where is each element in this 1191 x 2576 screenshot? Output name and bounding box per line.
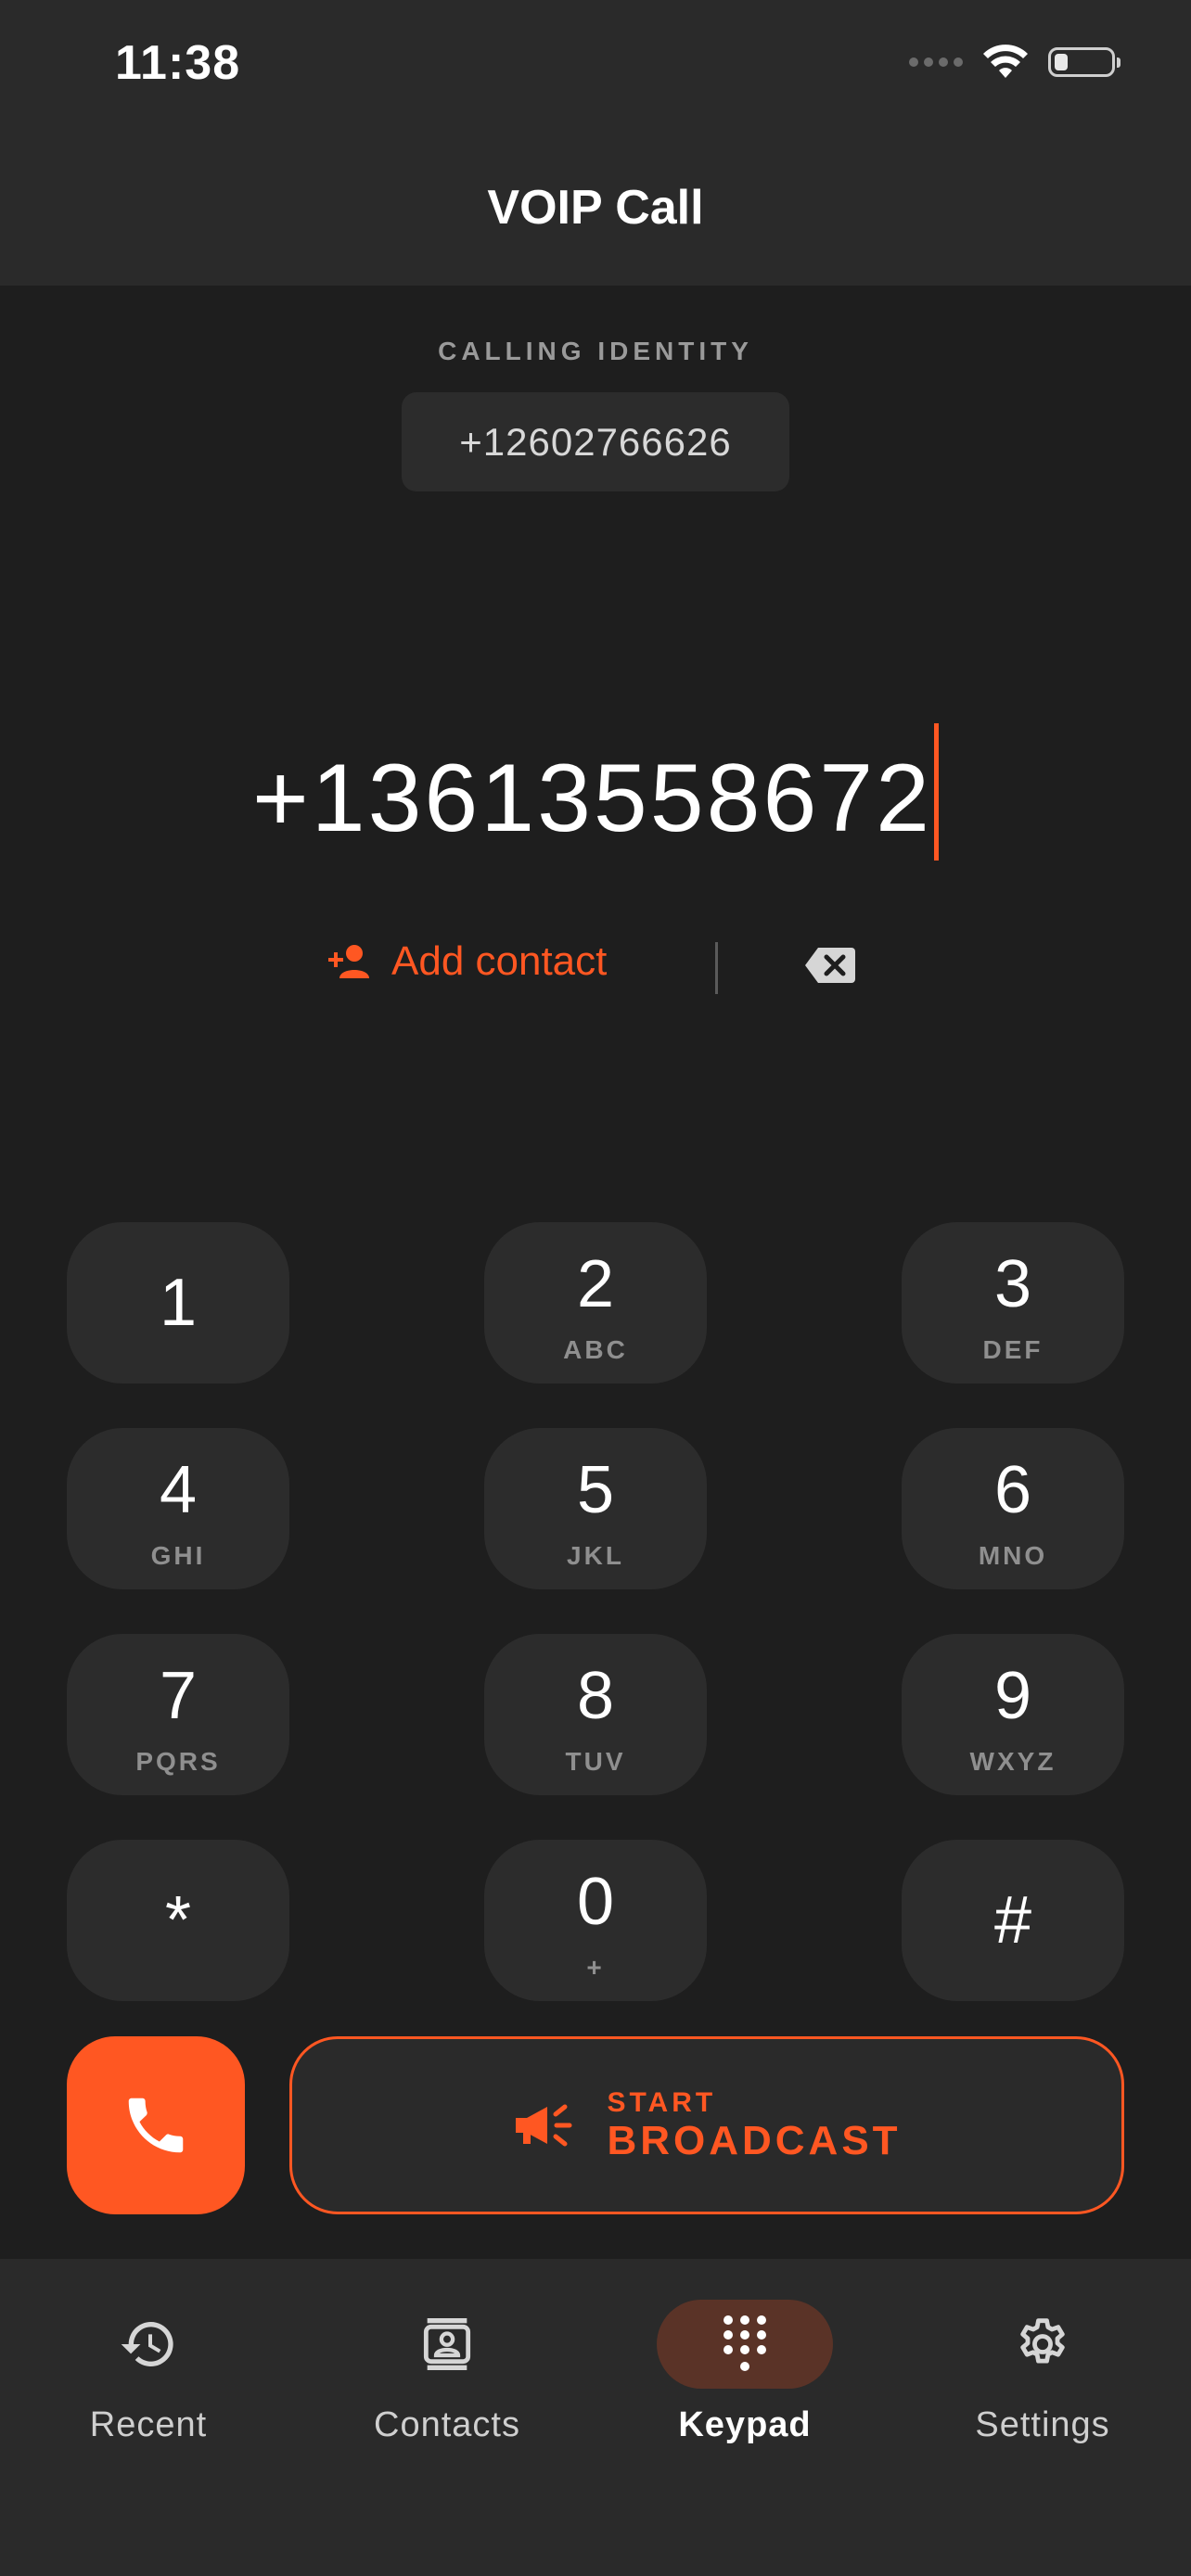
tab-icon-container (359, 2300, 535, 2389)
tab-label: Recent (89, 2405, 208, 2444)
key-letters: GHI (150, 1541, 206, 1570)
key-letters: WXYZ (969, 1747, 1057, 1776)
key-digit: 4 (159, 1453, 198, 1527)
key-letters: TUV (565, 1747, 626, 1776)
key-hash[interactable]: # (902, 1840, 1124, 2001)
key-digit: 1 (159, 1266, 198, 1340)
key-4[interactable]: 4 GHI (67, 1428, 289, 1589)
key-8[interactable]: 8 TUV (484, 1634, 707, 1795)
dialed-number-display[interactable]: +13613558672 (0, 723, 1191, 861)
status-bar: 11:38 (0, 0, 1191, 139)
tab-label: Keypad (678, 2405, 812, 2444)
tab-settings[interactable]: Settings (931, 2300, 1154, 2445)
tab-contacts[interactable]: Contacts (336, 2300, 558, 2445)
tab-recent[interactable]: Recent (37, 2300, 260, 2445)
broadcast-text: START BROADCAST (607, 2089, 901, 2162)
tab-label: Contacts (374, 2405, 520, 2444)
cellular-signal-icon (909, 57, 963, 67)
key-letters: MNO (978, 1541, 1048, 1570)
key-letters: ABC (563, 1335, 628, 1364)
key-7[interactable]: 7 PQRS (67, 1634, 289, 1795)
person-add-icon (328, 945, 369, 978)
key-letters: JKL (567, 1541, 624, 1570)
key-letters: + (586, 1953, 605, 1982)
key-digit: 0 (576, 1865, 615, 1939)
key-digit: 7 (159, 1659, 198, 1733)
status-time: 11:38 (115, 36, 241, 90)
tab-icon-container (954, 2300, 1131, 2389)
key-digit: 3 (993, 1247, 1032, 1321)
backspace-icon (805, 948, 855, 983)
text-cursor (933, 723, 939, 861)
tab-icon-container (60, 2300, 237, 2389)
add-contact-label: Add contact (391, 938, 608, 984)
dialed-number: +13613558672 (252, 745, 932, 852)
backspace-button[interactable] (803, 946, 857, 989)
key-digit: 9 (993, 1659, 1032, 1733)
battery-icon (1048, 47, 1121, 77)
calling-identity-selector[interactable]: +12602766626 (402, 392, 789, 491)
calling-identity-label: CALLING IDENTITY (438, 337, 753, 365)
history-icon (121, 2322, 173, 2366)
key-digit: 2 (576, 1247, 615, 1321)
key-2[interactable]: 2 ABC (484, 1222, 707, 1384)
key-3[interactable]: 3 DEF (902, 1222, 1124, 1384)
key-digit: 8 (576, 1659, 615, 1733)
tab-icon-container (657, 2300, 833, 2389)
broadcast-small-label: START (607, 2087, 717, 2118)
key-6[interactable]: 6 MNO (902, 1428, 1124, 1589)
key-digit: * (164, 1883, 192, 1958)
actions-divider (715, 942, 718, 994)
status-icons (909, 45, 1121, 80)
key-9[interactable]: 9 WXYZ (902, 1634, 1124, 1795)
tab-keypad[interactable]: Keypad (634, 2300, 856, 2445)
key-star[interactable]: * (67, 1840, 289, 2001)
wifi-icon (983, 45, 1028, 78)
tab-label: Settings (975, 2405, 1110, 2444)
key-digit: 6 (993, 1453, 1032, 1527)
dialpad-icon (724, 2315, 766, 2371)
gear-icon (1020, 2318, 1065, 2364)
start-broadcast-button[interactable]: START BROADCAST (289, 2036, 1124, 2214)
key-digit: # (993, 1883, 1032, 1958)
key-0[interactable]: 0 + (484, 1840, 707, 2001)
megaphone-icon (516, 2104, 572, 2147)
key-5[interactable]: 5 JKL (484, 1428, 707, 1589)
phone-icon (128, 2098, 184, 2153)
dial-actions: Add contact (0, 938, 1191, 1003)
contacts-icon (423, 2318, 471, 2370)
call-button[interactable] (67, 2036, 245, 2214)
page-title: VOIP Call (487, 181, 704, 235)
broadcast-big-label: BROADCAST (607, 2118, 902, 2163)
app-header: VOIP Call (0, 139, 1191, 286)
key-1[interactable]: 1 (67, 1222, 289, 1384)
key-letters: PQRS (135, 1747, 221, 1776)
key-digit: 5 (576, 1453, 615, 1527)
bottom-tab-bar: Recent Contacts Keypad Settings (0, 2259, 1191, 2576)
add-contact-button[interactable]: Add contact (327, 938, 607, 985)
key-letters: DEF (982, 1335, 1044, 1364)
